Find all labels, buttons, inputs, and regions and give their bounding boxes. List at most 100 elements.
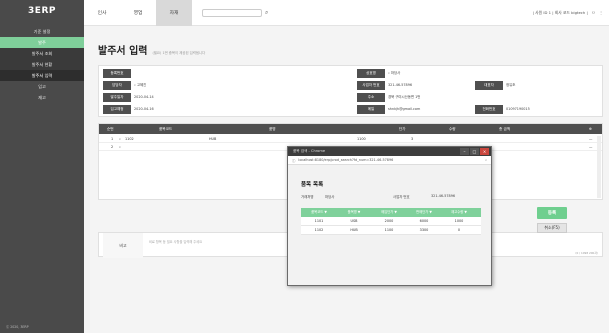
biz-no-label: 사업자 번호 <box>357 81 385 90</box>
window-controls: – □ × <box>460 148 489 155</box>
sidebar-item-inventory[interactable]: 재고 <box>0 92 84 103</box>
popup-address-bar[interactable]: ⓘ localhost:8180/erp/prod_search?fd_num=… <box>288 156 491 165</box>
maximize-icon[interactable]: □ <box>470 148 479 155</box>
field-email: 메일 shnkjh@gmail.com 전화번호 01097190015 <box>357 105 530 114</box>
address-value: 경북 구미시산동면 1번 <box>388 95 421 99</box>
popup-url-text[interactable]: localhost:8180/erp/prod_search?fd_num=32… <box>298 158 393 162</box>
row-search-icon[interactable]: ⌕ <box>119 135 121 143</box>
email-label: 메일 <box>357 105 385 114</box>
page-subtitle: (필요) 1번 중복이 제공된 입력됩니다 <box>152 51 206 55</box>
phone-label: 전화번호 <box>475 105 503 114</box>
col-no: 순번 <box>107 127 114 131</box>
cell-code: 1102 <box>314 228 324 232</box>
field-order-date: 발주일자 2020-04-14 <box>103 93 154 102</box>
add-row-icon[interactable]: ⊕ <box>589 124 592 134</box>
top-bar: 인사 영업 자재 ⌕ | 사원 ID 1 | 회사 코드 bigtech | ⚇… <box>84 0 609 26</box>
order-date-label: 발주일자 <box>103 93 131 102</box>
cell-name: USB <box>350 219 358 223</box>
col-code: 품목코드 <box>159 127 173 131</box>
memo-char-count: (0 / 1098 200자) <box>575 251 598 255</box>
product-search-popup: 품목 검색 - Chrome – □ × ⓘ localhost:8180/er… <box>287 146 492 286</box>
table-row: 1 ⌕ 1102 HUB 1100 3 — <box>99 135 602 143</box>
col-stock[interactable]: 재고수량 ▼ <box>443 208 475 217</box>
ceo-value: 정유조 <box>506 83 516 87</box>
close-icon[interactable]: × <box>480 148 489 155</box>
col-buy-price[interactable]: 매입단가 ▼ <box>373 208 405 217</box>
minimize-icon[interactable]: – <box>460 148 469 155</box>
table-row[interactable]: 1101 USB 2000 6000 1000 <box>301 217 481 226</box>
sidebar: 3ERP 기준 설정 발주 발주서 조회 발주서 현황 발주서 입력 입고 재고… <box>0 0 84 333</box>
popup-window-title: 품목 검색 - Chrome <box>293 149 326 153</box>
field-reg-no: 등록번호 <box>103 69 134 78</box>
sidebar-item-order[interactable]: 발주 <box>0 37 84 48</box>
sidebar-footer: Ⓒ 2020, 3ERP <box>6 325 29 329</box>
tab-hr[interactable]: 인사 <box>84 0 120 26</box>
phone-value: 01097190015 <box>506 107 530 111</box>
trade-name-value[interactable]: 마당사 <box>390 69 400 78</box>
col-sell-price[interactable]: 판매단가 ▼ <box>408 208 440 217</box>
cell-stock: 0 <box>457 228 461 232</box>
popup-table-header: 품목코드 ▼ 품목명 ▼ 매입단가 ▼ 판매단가 ▼ 재고수량 ▼ <box>301 208 481 217</box>
col-product-code[interactable]: 품목코드 ▼ <box>303 208 335 217</box>
col-price: 단가 <box>399 127 406 131</box>
cell-sell: 6000 <box>419 219 429 223</box>
cell-name: HUB <box>350 228 358 232</box>
order-form: 등록번호 담당자 ⌕ 고혜진 발주일자 2020-04-14 입고예정 2020… <box>98 65 603 117</box>
field-trade-name: 상호명 ⌕ 마당사 <box>357 69 400 78</box>
items-scrollbar[interactable] <box>597 136 601 198</box>
app-logo[interactable]: 3ERP <box>0 0 84 22</box>
top-search-input[interactable] <box>202 8 262 17</box>
sidebar-item-order-input[interactable]: 발주서 입력 <box>0 70 84 81</box>
popup-title-bar[interactable]: 품목 검색 - Chrome – □ × <box>288 147 491 156</box>
cell-sell: 3300 <box>419 228 429 232</box>
user-info-text: | 사원 ID 1 | 회사 코드 bigtech | <box>532 9 588 15</box>
row-search-icon[interactable]: ⌕ <box>119 143 121 151</box>
vendor-value: 마당사 <box>325 195 335 199</box>
biz-label: 사업자 번호 <box>393 195 410 199</box>
sidebar-item-order-status[interactable]: 발주서 현황 <box>0 59 84 70</box>
sidebar-item-order-search[interactable]: 발주서 조회 <box>0 48 84 59</box>
sidebar-item-receiving[interactable]: 입고 <box>0 81 84 92</box>
tab-materials[interactable]: 자재 <box>156 0 192 26</box>
col-product-name[interactable]: 품목명 ▼ <box>338 208 370 217</box>
cell-buy: 2000 <box>384 219 394 223</box>
row-no: 2 <box>111 145 114 149</box>
memo-input[interactable]: 비료 항목 등 필요 사항을 입력해 주세요 <box>149 239 202 244</box>
search-icon[interactable]: ⌕ <box>265 9 268 17</box>
owner-value[interactable]: 고혜진 <box>136 81 146 90</box>
register-button[interactable]: 등록 <box>537 207 567 219</box>
memo-label: 비고 <box>103 233 143 258</box>
cell-code: 1101 <box>314 219 324 223</box>
popup-product-table: 품목코드 ▼ 품목명 ▼ 매입단가 ▼ 판매단가 ▼ 재고수량 ▼ 1101 U… <box>301 208 481 235</box>
more-menu-icon[interactable]: ⋮ <box>599 10 603 15</box>
field-biz-no: 사업자 번호 321-46-57896 대표자 정유조 <box>357 81 515 90</box>
due-date-input[interactable]: 2020-04-16 <box>131 105 154 114</box>
order-date-input[interactable]: 2020-04-14 <box>131 93 154 102</box>
cancel-button[interactable]: 취소(F5) <box>537 223 567 233</box>
field-due-date: 입고예정 2020-04-16 <box>103 105 154 114</box>
page-title: 발주서 입력 <box>98 46 148 57</box>
remove-row-icon[interactable]: — <box>589 135 592 143</box>
ceo-label: 대표자 <box>475 81 503 90</box>
cell-buy: 1100 <box>384 228 394 232</box>
tab-sales[interactable]: 영업 <box>120 0 156 26</box>
trade-name-label: 상호명 <box>357 69 385 78</box>
zoom-icon[interactable]: ⌕ <box>485 158 487 162</box>
table-row[interactable]: 1102 HUB 1100 3300 0 <box>301 226 481 235</box>
user-info-area: | 사원 ID 1 | 회사 코드 bigtech | ⚇ ⋮ <box>533 10 603 16</box>
sidebar-item-base-settings[interactable]: 기준 설정 <box>0 26 84 37</box>
items-table-header: 순번 품목코드 품명 단가 수량 총 금액 ⊕ <box>99 124 602 134</box>
user-menu-icon[interactable]: ⚇ <box>592 10 595 15</box>
popup-heading: 품목 목록 <box>301 182 324 188</box>
owner-label: 담당자 <box>103 81 131 90</box>
row-code[interactable]: 1102 <box>125 135 134 143</box>
col-total: 총 금액 <box>499 127 511 131</box>
row-qty[interactable]: 3 <box>411 135 413 143</box>
cell-stock: 1000 <box>454 219 464 223</box>
remove-row-icon[interactable]: — <box>589 143 592 151</box>
reg-no-value <box>131 69 134 78</box>
info-icon[interactable]: ⓘ <box>292 158 295 163</box>
row-price: 1100 <box>357 137 366 141</box>
popup-body: 품목 목록 거래처명 마당사 사업자 번호 321-46-57896 품목코드 … <box>288 165 491 285</box>
biz-no-value: 321-46-57896 <box>388 83 413 87</box>
